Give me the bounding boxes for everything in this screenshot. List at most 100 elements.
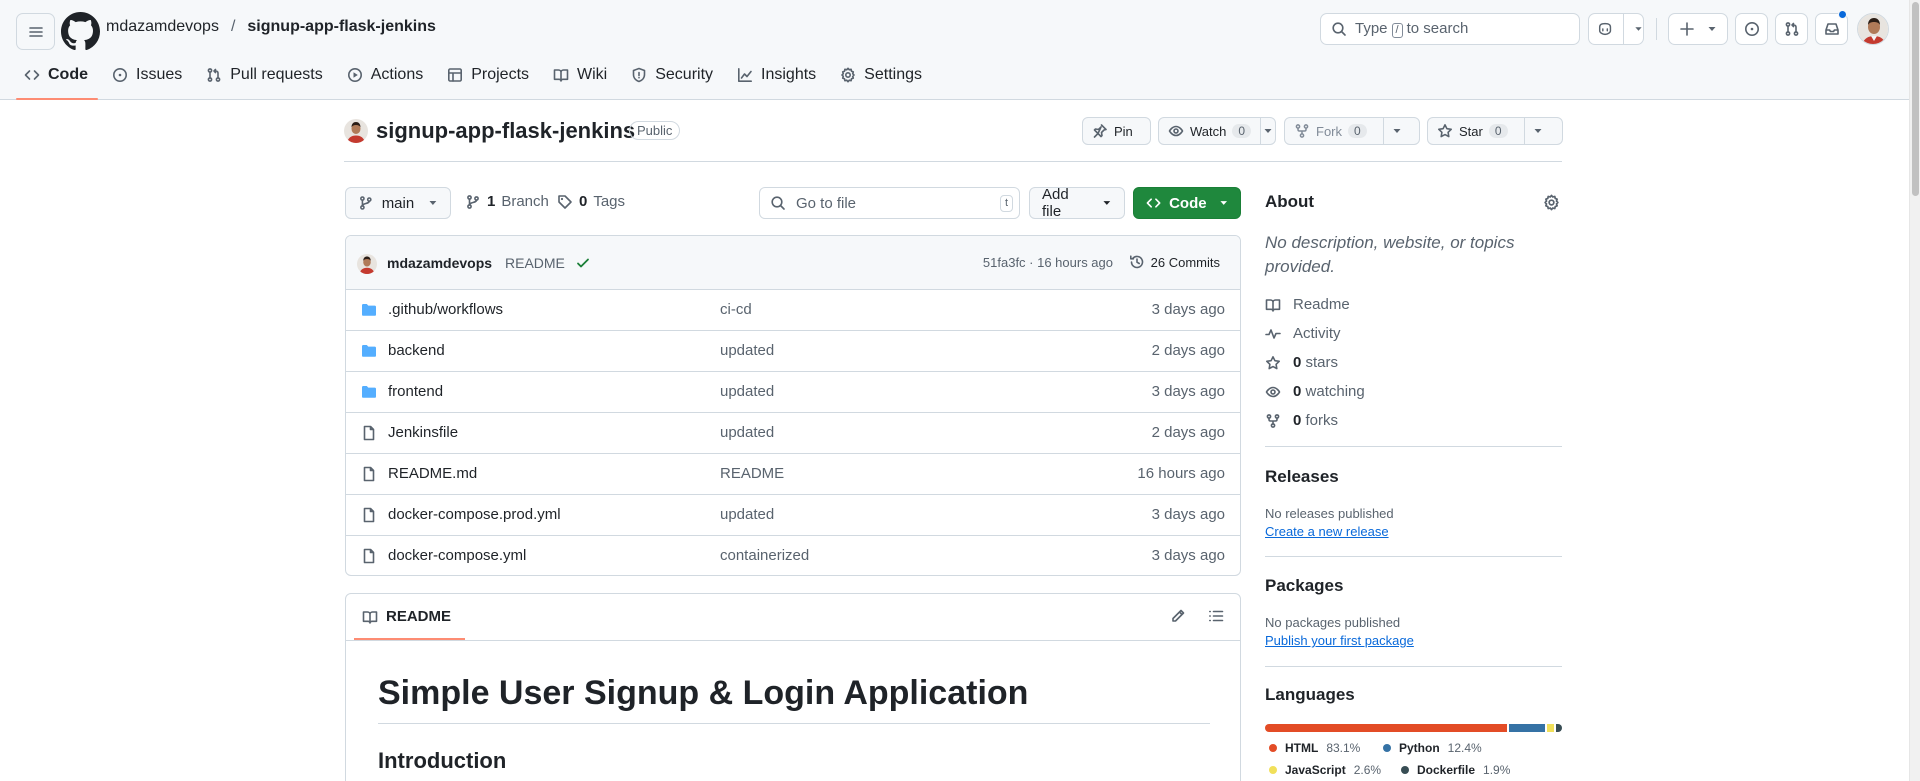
gear-icon	[841, 67, 855, 83]
git-pull-request-icon	[1785, 22, 1798, 36]
github-logo-icon[interactable]	[61, 12, 100, 51]
language-percent: 83.1%	[1326, 741, 1361, 755]
check-icon[interactable]	[575, 255, 591, 271]
file-commit-message-link[interactable]: updated	[720, 506, 774, 523]
outline-button[interactable]	[1208, 608, 1224, 624]
menu-button[interactable]	[16, 13, 55, 50]
branches-link[interactable]: 1 Branch	[465, 193, 549, 210]
file-name-link[interactable]: docker-compose.yml	[388, 547, 526, 564]
language-item[interactable]: Python 12.4%	[1383, 741, 1482, 755]
commit-message-link[interactable]: README	[505, 255, 565, 271]
star-button[interactable]: Star 0	[1427, 117, 1563, 145]
readme-tab[interactable]: README	[353, 608, 466, 640]
fork-button[interactable]: Fork 0	[1284, 117, 1420, 145]
fork-dropdown[interactable]	[1382, 118, 1410, 144]
repo-name-link[interactable]: signup-app-flask-jenkins	[376, 118, 635, 144]
stars-label: stars	[1305, 354, 1339, 371]
language-bar-segment[interactable]	[1508, 724, 1545, 732]
file-commit-message-link[interactable]: ci-cd	[720, 301, 752, 318]
code-button[interactable]: Code	[1133, 187, 1241, 219]
unread-indicator	[1838, 10, 1847, 19]
readme-link[interactable]: Readme	[1265, 296, 1350, 313]
watch-button[interactable]: Watch 0	[1158, 117, 1276, 145]
language-bar-segment[interactable]	[1556, 724, 1562, 732]
activity-link[interactable]: Activity	[1265, 325, 1341, 342]
file-name-link[interactable]: frontend	[388, 383, 443, 400]
edit-readme-button[interactable]	[1170, 608, 1186, 624]
file-name-link[interactable]: .github/workflows	[388, 301, 503, 318]
language-item[interactable]: Dockerfile 1.9%	[1401, 763, 1510, 777]
go-to-file-input[interactable]: Go to file t	[759, 187, 1020, 219]
releases-title[interactable]: Releases	[1265, 467, 1339, 487]
file-rows: .github/workflows ci-cd 3 days ago backend u…	[346, 290, 1240, 575]
file-commit-message-link[interactable]: updated	[720, 383, 774, 400]
forks-link[interactable]: 0 forks	[1265, 412, 1338, 429]
tab-issues[interactable]: Issues	[104, 62, 192, 88]
packages-title[interactable]: Packages	[1265, 576, 1343, 596]
chevron-down-icon	[1534, 129, 1542, 133]
star-icon	[1438, 124, 1452, 138]
create-new-button[interactable]	[1668, 13, 1728, 45]
tab-insights[interactable]: Insights	[729, 62, 826, 88]
file-name-link[interactable]: backend	[388, 342, 445, 359]
readme-header: README	[346, 594, 1240, 641]
tab-settings[interactable]: Settings	[832, 62, 932, 88]
watching-link[interactable]: 0 watching	[1265, 383, 1365, 400]
commit-author-link[interactable]: mdazamdevops	[387, 255, 492, 271]
tab-label: Actions	[370, 66, 424, 83]
scrollbar-thumb[interactable]	[1912, 2, 1919, 196]
copilot-icon	[1598, 22, 1612, 36]
file-commit-message-link[interactable]: updated	[720, 342, 774, 359]
repo-forked-icon	[1295, 124, 1309, 138]
commit-author-avatar[interactable]	[357, 254, 377, 274]
commit-hash-time[interactable]: 51fa3fc · 16 hours ago	[983, 255, 1113, 270]
tab-wiki[interactable]: Wiki	[545, 62, 617, 88]
star-dropdown[interactable]	[1523, 118, 1551, 144]
language-item[interactable]: HTML 83.1%	[1269, 741, 1360, 755]
file-commit-date: 3 days ago	[1151, 383, 1225, 400]
branch-select-button[interactable]: main	[345, 187, 451, 219]
stars-link[interactable]: 0 stars	[1265, 354, 1338, 371]
chevron-down-icon	[1103, 201, 1111, 205]
tab-security[interactable]: Security	[623, 62, 723, 88]
page-scrollbar[interactable]	[1909, 0, 1920, 781]
breadcrumb-repo-link[interactable]: signup-app-flask-jenkins	[247, 18, 435, 36]
pin-button[interactable]: Pin	[1082, 117, 1151, 145]
file-commit-message-link[interactable]: updated	[720, 424, 774, 441]
folder-icon	[362, 304, 376, 316]
publish-package-link[interactable]: Publish your first package	[1265, 633, 1414, 648]
tab-projects[interactable]: Projects	[439, 62, 539, 88]
add-file-button[interactable]: Add file	[1029, 186, 1125, 220]
tab-label: Security	[655, 66, 714, 83]
packages-empty-text: No packages published	[1265, 615, 1401, 630]
tab-label: Issues	[136, 66, 183, 83]
commits-history-link[interactable]: 26 Commits	[1129, 254, 1220, 270]
breadcrumb-owner-link[interactable]: mdazamdevops	[106, 18, 219, 36]
watch-dropdown[interactable]	[1260, 118, 1275, 144]
file-commit-message-link[interactable]: README	[720, 465, 784, 482]
copilot-button[interactable]	[1588, 13, 1644, 45]
create-release-link[interactable]: Create a new release	[1265, 524, 1389, 539]
file-name-link[interactable]: README.md	[388, 465, 477, 482]
tab-pull-requests[interactable]: Pull requests	[198, 62, 333, 88]
language-percent: 2.6%	[1353, 763, 1382, 777]
search-input[interactable]: Type / to search	[1320, 13, 1580, 45]
your-pull-requests-button[interactable]	[1775, 13, 1808, 45]
language-item[interactable]: JavaScript 2.6%	[1269, 763, 1381, 777]
file-name-link[interactable]: Jenkinsfile	[388, 424, 458, 441]
file-commit-message-link[interactable]: containerized	[720, 547, 809, 564]
avatar[interactable]	[1857, 13, 1889, 45]
tags-link[interactable]: 0 Tags	[557, 193, 625, 210]
tab-label: Wiki	[577, 66, 608, 83]
file-name-link[interactable]: docker-compose.prod.yml	[388, 506, 561, 523]
owner-avatar[interactable]	[344, 119, 368, 143]
your-issues-button[interactable]	[1735, 13, 1768, 45]
gear-icon[interactable]	[1543, 194, 1560, 211]
file-icon	[363, 425, 375, 441]
language-bar-segment[interactable]	[1546, 724, 1555, 732]
tag-label: Tags	[593, 193, 626, 210]
tab-code[interactable]: Code	[16, 62, 98, 100]
watch-label: Watch	[1190, 123, 1227, 139]
language-bar-segment[interactable]	[1265, 724, 1507, 732]
tab-actions[interactable]: Actions	[339, 62, 433, 88]
